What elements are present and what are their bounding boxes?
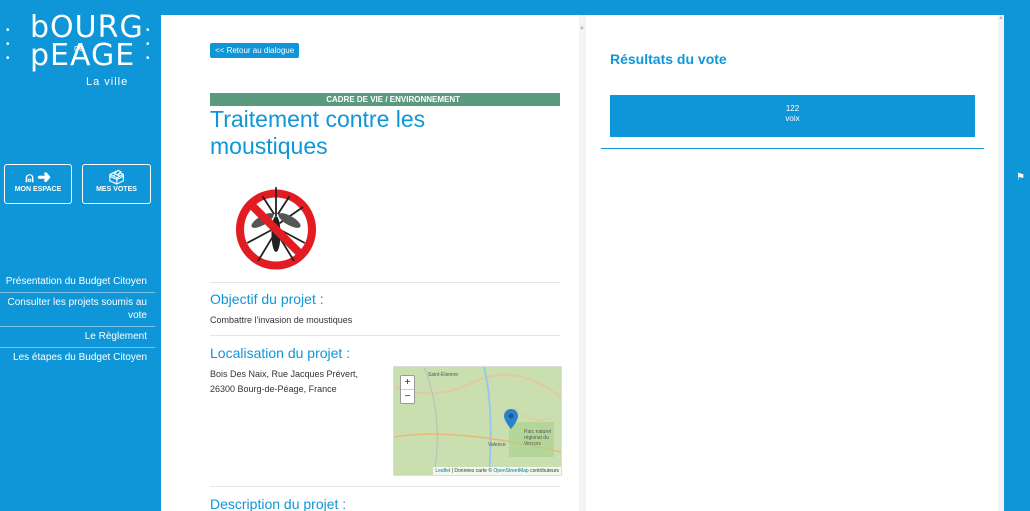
objective-text: Combattre l'invasion de moustiques	[210, 315, 353, 325]
zoom-in-button[interactable]: +	[401, 376, 414, 390]
logo-tagline: La ville	[86, 76, 129, 88]
page-scroll-up-icon[interactable]: ▲	[998, 15, 1004, 21]
results-divider	[601, 148, 984, 149]
sidebar-nav: Présentation du Budget Citoyen Consulter…	[0, 272, 155, 368]
logo-dots-left: • • •	[6, 25, 10, 64]
logo-wordmark: bOURG pEAGE	[30, 10, 144, 73]
address-line-1: Bois Des Naix, Rue Jacques Prévert,	[210, 369, 359, 379]
results-panel: Résultats du vote 122 voix	[586, 15, 998, 511]
attribution-text: | Données carte ©	[450, 468, 494, 474]
my-space-label: MON ESPACE	[14, 186, 62, 193]
my-votes-label: MES VOTES	[96, 186, 137, 193]
vote-count-box: 122 voix	[610, 95, 975, 137]
back-to-dialogue-button[interactable]: << Retour au dialogue	[210, 43, 300, 58]
vote-unit: voix	[785, 114, 800, 123]
section-divider	[210, 335, 560, 336]
my-space-button[interactable]: ⍝ ➜ MON ESPACE	[4, 164, 72, 204]
vote-count: 122	[785, 104, 800, 113]
location-map[interactable]: Saint-Étienne Valence Parc naturel régio…	[393, 366, 562, 476]
nav-item-presentation[interactable]: Présentation du Budget Citoyen	[0, 272, 155, 293]
description-heading: Description du projet :	[210, 496, 347, 511]
map-attribution: Leaflet | Données carte © OpenStreetMap …	[433, 467, 561, 475]
results-title: Résultats du vote	[610, 51, 727, 67]
map-label-valence: Valence	[488, 442, 506, 448]
section-divider	[210, 486, 560, 487]
map-label-saint-etienne: Saint-Étienne	[428, 372, 459, 378]
category-banner: CADRE DE VIE / ENVIRONNEMENT	[210, 93, 560, 106]
location-address: Bois Des Naix, Rue Jacques Prévert, 2630…	[210, 367, 358, 397]
scroll-up-icon[interactable]: ▲	[579, 25, 585, 31]
objective-heading: Objectif du projet :	[210, 291, 324, 307]
city-logo[interactable]: • • • bOURG pEAGE de La ville • • •	[0, 12, 160, 92]
nav-item-projects[interactable]: Consulter les projets soumis au vote	[0, 293, 155, 327]
leaflet-link[interactable]: Leaflet	[435, 468, 450, 474]
page-scrollbar[interactable]: ▲	[998, 15, 1004, 511]
ballot-box-icon: 🗳	[107, 169, 126, 185]
project-panel: << Retour au dialogue CADRE DE VIE / ENV…	[161, 15, 579, 511]
logo-word-bottom: EAGE	[50, 38, 136, 73]
no-mosquito-image	[235, 187, 317, 270]
nav-item-steps[interactable]: Les étapes du Budget Citoyen	[0, 348, 155, 368]
location-heading: Localisation du projet :	[210, 345, 351, 361]
section-divider	[210, 282, 560, 283]
project-title: Traitement contre les moustiques	[210, 106, 426, 159]
address-line-2: 26300 Bourg-de-Péage, France	[210, 384, 337, 394]
my-votes-button[interactable]: 🗳 MES VOTES	[82, 164, 151, 204]
map-zoom-control: + −	[400, 375, 415, 404]
logo-dots-right: • • •	[146, 25, 150, 64]
attribution-end: contributeurs	[528, 468, 559, 474]
osm-link[interactable]: OpenStreetMap	[493, 468, 528, 474]
flag-icon[interactable]: ⚑	[1016, 172, 1025, 183]
nav-item-rules[interactable]: Le Règlement	[0, 327, 155, 348]
map-marker-icon[interactable]	[504, 409, 518, 429]
user-login-icon: ⍝ ➜	[25, 169, 51, 185]
logo-de: de	[74, 43, 85, 53]
map-terrain	[394, 367, 561, 475]
panel-scrollbar[interactable]: ▲	[579, 15, 586, 511]
zoom-out-button[interactable]: −	[401, 390, 414, 403]
map-label-vercors: Parc naturel régional du Vercors	[524, 429, 551, 447]
